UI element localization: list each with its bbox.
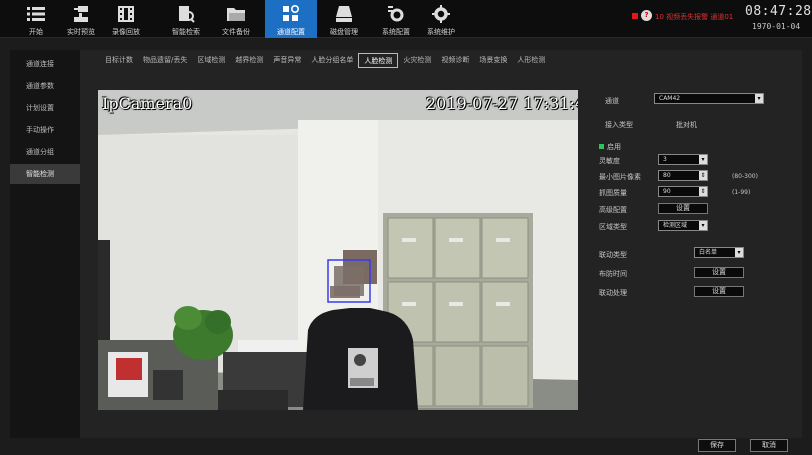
capture-quality-value: 90 (663, 188, 671, 195)
link-type-value: 白名单 (699, 249, 718, 256)
nav-label: 系统维护 (427, 28, 455, 36)
video-preview[interactable]: IpCamera0 2019-07-27 17:31:44 (98, 90, 578, 410)
tab-target-count[interactable]: 目标计数 (100, 53, 138, 68)
capture-quality-label: 抓图质量 (599, 189, 627, 197)
menu-icon (26, 5, 46, 23)
channel-select[interactable]: CAM42 ▾ (654, 93, 764, 104)
nav-channel-config[interactable]: 通道配置 (265, 0, 317, 38)
min-pixel-value: 80 (663, 172, 671, 179)
clock-date: 1970-01-04 (752, 22, 801, 31)
nav-label: 文件备份 (222, 28, 250, 36)
min-pixel-hint: (80-300) (732, 173, 758, 180)
nav-label: 录像回放 (112, 28, 140, 36)
tab-region-detect[interactable]: 区域检测 (192, 53, 230, 68)
tab-scene-change[interactable]: 场景变换 (474, 53, 512, 68)
cancel-button[interactable]: 取消 (750, 439, 788, 452)
enable-label: 启用 (607, 143, 621, 151)
nav-label: 开始 (29, 28, 43, 36)
advanced-label: 高级配置 (599, 206, 627, 214)
tab-line-cross[interactable]: 越界检测 (230, 53, 268, 68)
app-window: 开始 实时预览 录像回放 智能检索 文件备份 通道配置 磁盘管理 系统配置 系统… (0, 0, 812, 455)
sidebar-item-channel-connect[interactable]: 通道连接 (10, 54, 80, 74)
stepper-icon[interactable]: ⇕ (699, 187, 707, 196)
chevron-down-icon: ▾ (699, 155, 707, 164)
channel-value: CAM42 (659, 95, 681, 102)
disk-icon (334, 5, 354, 23)
sidebar-item-channel-group[interactable]: 通道分组 (10, 142, 80, 162)
region-type-select[interactable]: 检测区域 ▾ (658, 220, 708, 231)
camera-scene (98, 90, 578, 410)
detection-tabs: 目标计数 物品遗留/丢失 区域检测 越界检测 声音异常 人脸分组名单 人脸检测 … (100, 53, 550, 69)
schedule-settings-button[interactable]: 设置 (694, 267, 744, 278)
capture-quality-stepper[interactable]: 90 ⇕ (658, 186, 708, 197)
alarm-text: 10 视频丢失报警 通道01 (655, 13, 734, 21)
chevron-down-icon: ▾ (755, 94, 763, 103)
nav-playback[interactable]: 录像回放 (100, 0, 152, 38)
link-type-label: 联动类型 (599, 251, 627, 259)
access-type-value: 批对机 (676, 121, 697, 129)
gear-icon (431, 5, 451, 23)
region-type-value: 检测区域 (663, 222, 688, 229)
osd-camera-name: IpCamera0 (102, 94, 193, 113)
sensitivity-select[interactable]: 3 ▾ (658, 154, 708, 165)
sensitivity-value: 3 (663, 156, 667, 163)
chevron-down-icon: ▾ (699, 221, 707, 230)
nav-label: 通道配置 (277, 28, 305, 36)
advanced-settings-button[interactable]: 设置 (658, 203, 708, 214)
min-pixel-stepper[interactable]: 80 ⇕ (658, 170, 708, 181)
clock-time: 08:47:28 (745, 4, 812, 19)
capture-quality-hint: (1-99) (732, 189, 751, 196)
system-config-icon (386, 5, 406, 23)
chevron-down-icon: ▾ (735, 248, 743, 257)
schedule-label: 布防时间 (599, 270, 627, 278)
camera-icon (71, 5, 91, 23)
tab-object-left-lost[interactable]: 物品遗留/丢失 (138, 53, 192, 68)
nav-label: 智能检索 (172, 28, 200, 36)
enable-checkbox[interactable] (599, 144, 604, 149)
sensitivity-label: 灵敏度 (599, 157, 620, 165)
link-type-select[interactable]: 白名单 ▾ (694, 247, 744, 258)
sidebar-item-channel-params[interactable]: 通道参数 (10, 76, 80, 96)
sidebar-item-manual[interactable]: 手动操作 (10, 120, 80, 140)
link-handle-label: 联动处理 (599, 289, 627, 297)
main-panel: 目标计数 物品遗留/丢失 区域检测 越界检测 声音异常 人脸分组名单 人脸检测 … (80, 50, 802, 452)
link-handle-settings-button[interactable]: 设置 (694, 286, 744, 297)
tab-video-diagnosis[interactable]: 视频诊断 (436, 53, 474, 68)
region-type-label: 区域类型 (599, 223, 627, 231)
sidebar-item-schedule[interactable]: 计划设置 (10, 98, 80, 118)
min-pixel-label: 最小图片像素 (599, 173, 641, 181)
stepper-icon[interactable]: ⇕ (699, 171, 707, 180)
sidebar: 通道连接 通道参数 计划设置 手动操作 通道分组 智能检测 (10, 50, 80, 438)
nav-label: 系统配置 (382, 28, 410, 36)
channel-label: 通道 (605, 97, 619, 105)
tab-face-detect[interactable]: 人脸检测 (358, 53, 399, 68)
film-icon (116, 5, 136, 23)
nav-smart-search[interactable]: 智能检索 (160, 0, 212, 38)
nav-system-maintenance[interactable]: 系统维护 (415, 0, 467, 38)
sidebar-item-smart-detect[interactable]: 智能检测 (10, 164, 80, 184)
top-nav-bar: 开始 实时预览 录像回放 智能检索 文件备份 通道配置 磁盘管理 系统配置 系统… (0, 0, 812, 38)
tab-audio-abnormal[interactable]: 声音异常 (268, 53, 306, 68)
save-button[interactable]: 保存 (698, 439, 736, 452)
alarm-badge[interactable]: ? (641, 10, 652, 21)
tab-fire-detect[interactable]: 火灾检测 (398, 53, 436, 68)
channel-config-icon (281, 5, 301, 23)
osd-timestamp: 2019-07-27 17:31:44 (426, 94, 578, 113)
search-doc-icon (176, 5, 196, 23)
tab-face-group-list[interactable]: 人脸分组名单 (306, 53, 358, 68)
nav-disk-management[interactable]: 磁盘管理 (318, 0, 370, 38)
tab-human-detect[interactable]: 人形检测 (512, 53, 550, 68)
nav-file-backup[interactable]: 文件备份 (210, 0, 262, 38)
nav-label: 磁盘管理 (330, 28, 358, 36)
folder-icon (226, 5, 246, 23)
nav-label: 实时预览 (67, 28, 95, 36)
access-type-label: 接入类型 (605, 121, 633, 129)
alarm-indicator (632, 13, 638, 19)
